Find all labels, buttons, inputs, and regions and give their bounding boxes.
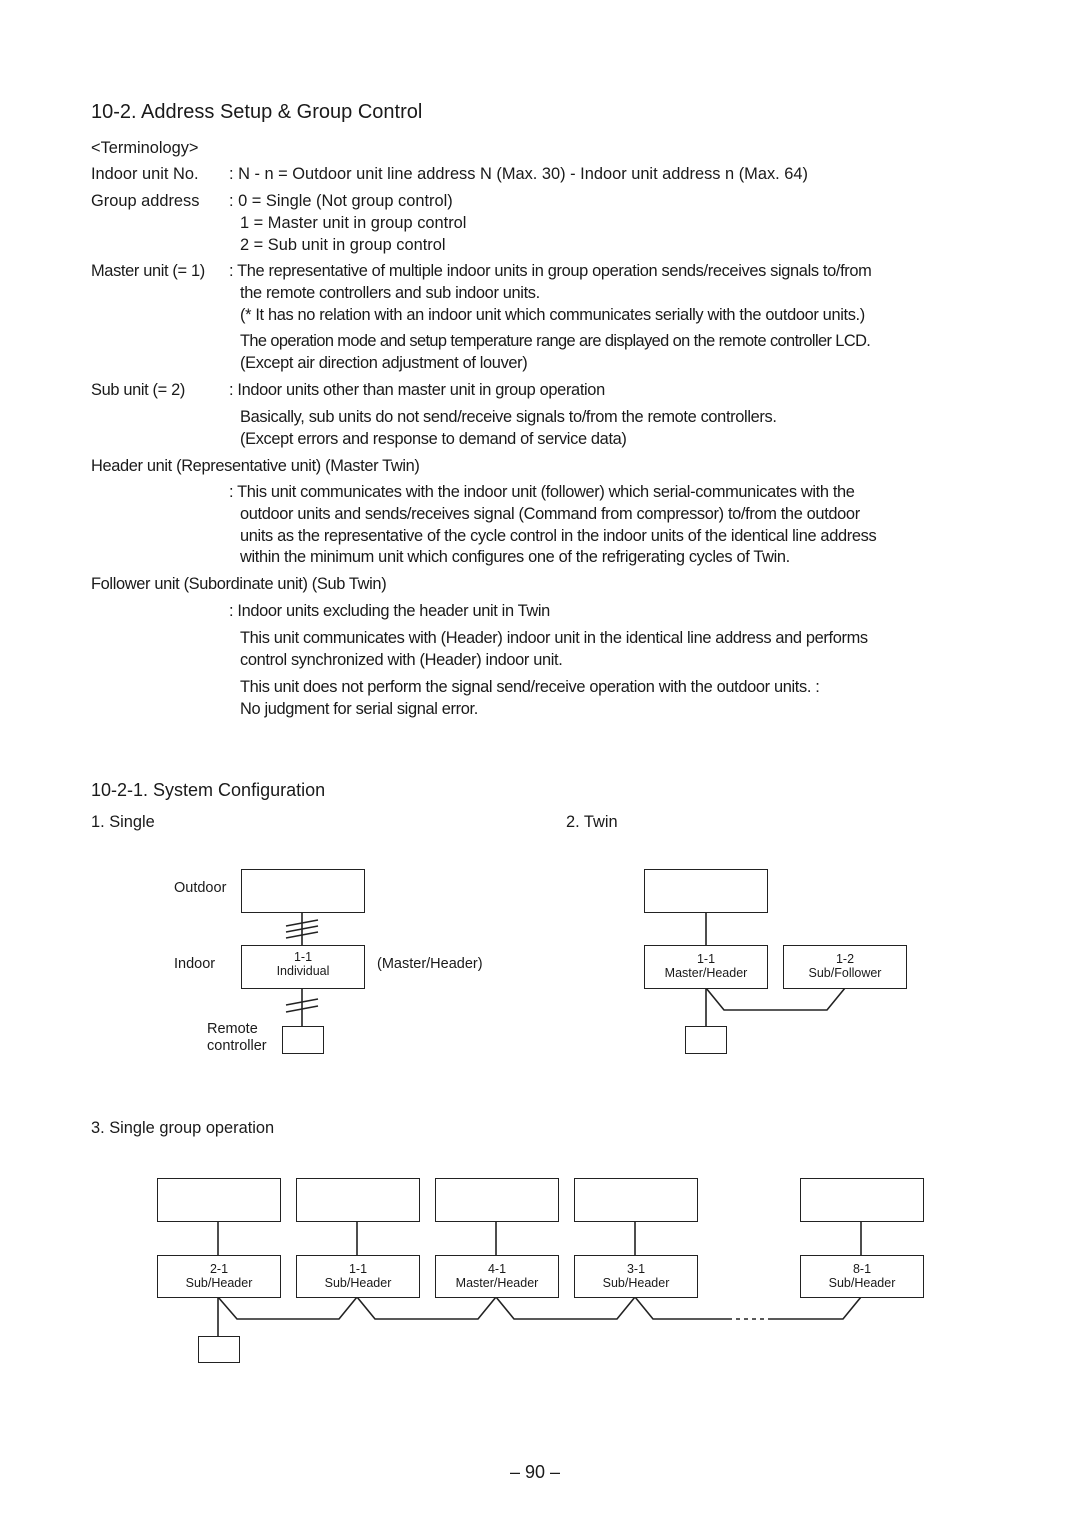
unit-role: Sub/Header bbox=[324, 1276, 392, 1290]
remote-label-2: controller bbox=[207, 1038, 267, 1054]
group-heading: 3. Single group operation bbox=[91, 1119, 275, 1137]
remote-label-1: Remote bbox=[207, 1021, 258, 1037]
group-outdoor-unit bbox=[574, 1178, 698, 1222]
unit-role: Sub/Header bbox=[828, 1276, 896, 1290]
group-indoor-unit: 3-1 Sub/Header bbox=[574, 1255, 698, 1298]
group-indoor-unit: 2-1 Sub/Header bbox=[157, 1255, 281, 1298]
single-indoor-unit: 1-1 Individual bbox=[241, 945, 365, 989]
unit-address: 1-1 bbox=[348, 1262, 368, 1276]
outdoor-label: Outdoor bbox=[174, 880, 227, 896]
indoor-label: Indoor bbox=[174, 956, 216, 972]
unit-address: 8-1 bbox=[852, 1262, 872, 1276]
unit-address: 2-1 bbox=[209, 1262, 229, 1276]
page-number: – 90 – bbox=[510, 1462, 561, 1482]
unit-address: 4-1 bbox=[487, 1262, 507, 1276]
twin-outdoor-unit bbox=[644, 869, 768, 913]
unit-role: Individual bbox=[276, 964, 330, 978]
unit-role: Master/Header bbox=[455, 1276, 539, 1290]
group-bus-wire bbox=[768, 1296, 862, 1320]
group-outdoor-unit bbox=[296, 1178, 420, 1222]
twin-indoor-unit-1: 1-1 Master/Header bbox=[644, 945, 768, 989]
single-remote-controller bbox=[282, 1026, 324, 1054]
group-bus-wire bbox=[217, 1295, 728, 1320]
group-remote-controller bbox=[198, 1336, 240, 1363]
twin-indoor-unit-2: 1-2 Sub/Follower bbox=[783, 945, 907, 989]
unit-role: Sub/Follower bbox=[808, 966, 882, 980]
group-indoor-unit: 8-1 Sub/Header bbox=[800, 1255, 924, 1298]
unit-address: 1-1 bbox=[293, 950, 313, 964]
group-indoor-unit: 1-1 Sub/Header bbox=[296, 1255, 420, 1298]
group-outdoor-unit bbox=[800, 1178, 924, 1222]
group-outdoor-unit bbox=[157, 1178, 281, 1222]
group-indoor-unit: 4-1 Master/Header bbox=[435, 1255, 559, 1298]
unit-address: 3-1 bbox=[626, 1262, 646, 1276]
unit-address: 1-2 bbox=[835, 952, 855, 966]
twin-bus-wire bbox=[705, 987, 846, 1011]
unit-role: Sub/Header bbox=[185, 1276, 253, 1290]
single-role-note: (Master/Header) bbox=[377, 956, 483, 972]
unit-role: Master/Header bbox=[664, 966, 748, 980]
twin-remote-controller bbox=[685, 1026, 727, 1054]
unit-address: 1-1 bbox=[696, 952, 716, 966]
single-outdoor-unit bbox=[241, 869, 365, 913]
group-outdoor-unit bbox=[435, 1178, 559, 1222]
unit-role: Sub/Header bbox=[602, 1276, 670, 1290]
